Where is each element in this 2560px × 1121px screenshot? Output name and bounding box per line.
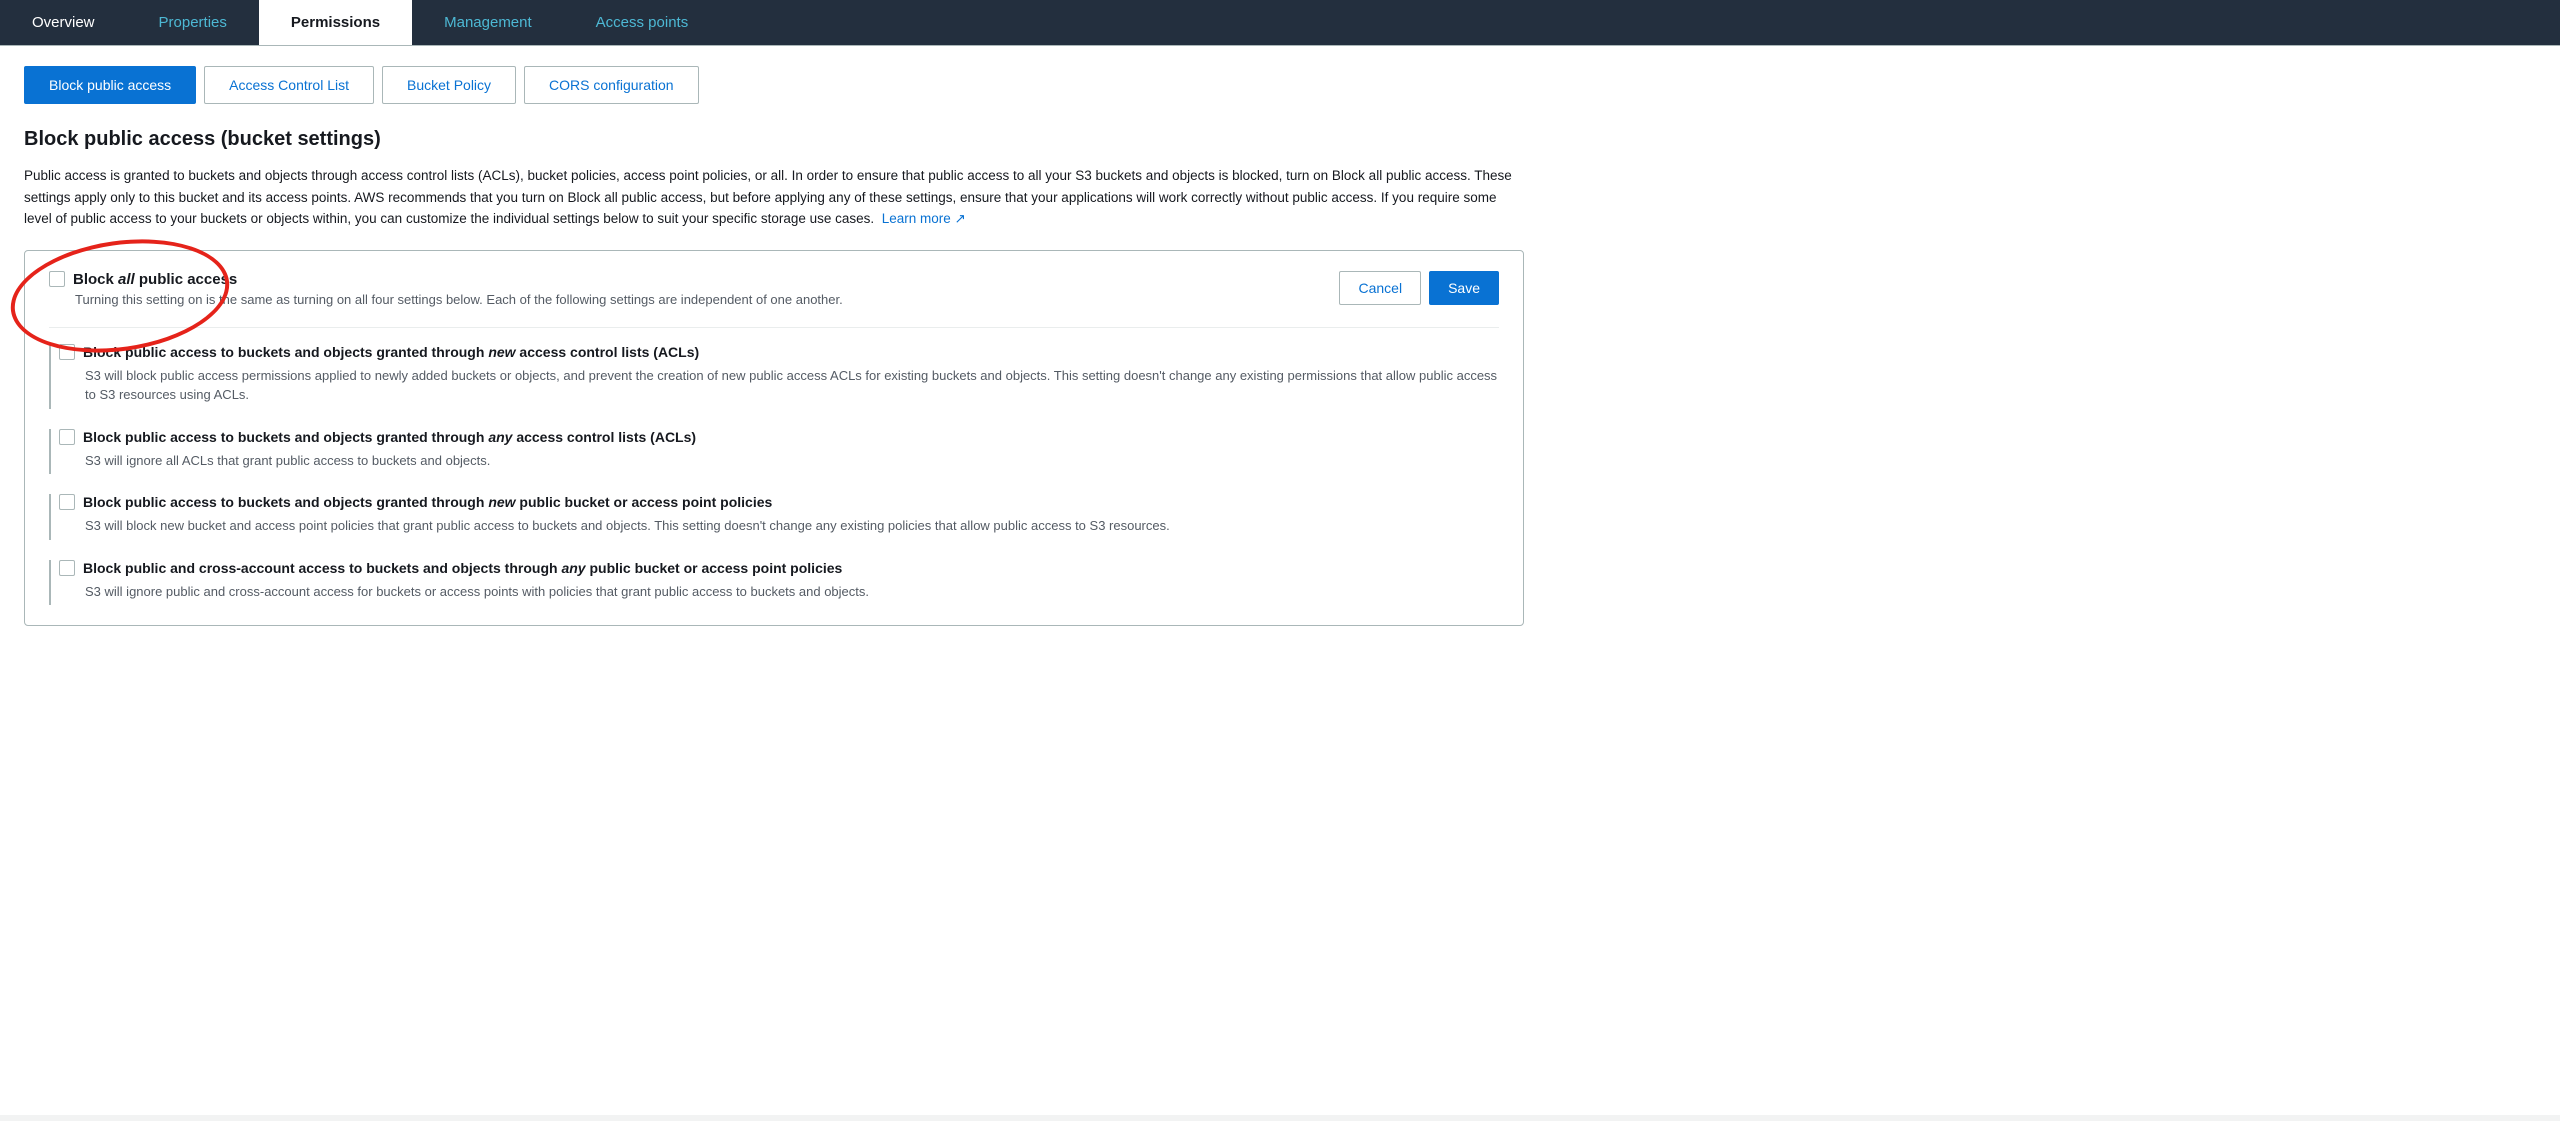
setting-2-description: S3 will ignore all ACLs that grant publi… (85, 451, 1499, 471)
settings-card: Block all public access Turning this set… (24, 250, 1524, 627)
setting-1-description: S3 will block public access permissions … (85, 366, 1499, 405)
save-button[interactable]: Save (1429, 271, 1499, 305)
setting-4-description: S3 will ignore public and cross-account … (85, 582, 1499, 602)
sub-tab-bar: Block public access Access Control List … (24, 66, 2536, 104)
setting-3-description: S3 will block new bucket and access poin… (85, 516, 1499, 536)
setting-3-checkbox[interactable] (59, 494, 75, 510)
subtab-block-public-access[interactable]: Block public access (24, 66, 196, 104)
block-all-description: Turning this setting on is the same as t… (75, 292, 843, 307)
learn-more-link[interactable]: Learn more ↗ (882, 211, 966, 226)
block-all-row: Block all public access Turning this set… (49, 271, 1499, 307)
block-all-checkbox[interactable] (49, 271, 65, 287)
tab-access-points[interactable]: Access points (564, 0, 721, 45)
setting-1-label: Block public access to buckets and objec… (83, 344, 699, 360)
block-all-left: Block all public access Turning this set… (49, 271, 843, 307)
setting-4-label: Block public and cross-account access to… (83, 560, 842, 576)
subtab-bucket-policy[interactable]: Bucket Policy (382, 66, 516, 104)
block-all-label: Block all public access (73, 271, 237, 288)
setting-2-label: Block public access to buckets and objec… (83, 429, 696, 445)
setting-2-title: Block public access to buckets and objec… (59, 429, 1499, 445)
page-title: Block public access (bucket settings) (24, 128, 2536, 151)
tab-properties[interactable]: Properties (127, 0, 259, 45)
setting-item-4: Block public and cross-account access to… (49, 560, 1499, 606)
main-content: Block public access Access Control List … (0, 46, 2560, 1115)
setting-2-checkbox[interactable] (59, 429, 75, 445)
setting-4-checkbox[interactable] (59, 560, 75, 576)
page-description: Public access is granted to buckets and … (24, 165, 1524, 230)
block-all-title: Block all public access (49, 271, 843, 288)
setting-1-title: Block public access to buckets and objec… (59, 344, 1499, 360)
setting-item-3: Block public access to buckets and objec… (49, 494, 1499, 540)
tab-permissions[interactable]: Permissions (259, 0, 412, 45)
action-buttons: Cancel Save (1339, 271, 1499, 305)
divider (49, 327, 1499, 328)
subtab-acl[interactable]: Access Control List (204, 66, 374, 104)
setting-item-1: Block public access to buckets and objec… (49, 344, 1499, 409)
subtab-cors[interactable]: CORS configuration (524, 66, 699, 104)
setting-1-checkbox[interactable] (59, 344, 75, 360)
setting-3-title: Block public access to buckets and objec… (59, 494, 1499, 510)
top-navigation: Overview Properties Permissions Manageme… (0, 0, 2560, 46)
cancel-button[interactable]: Cancel (1339, 271, 1421, 305)
tab-management[interactable]: Management (412, 0, 564, 45)
setting-4-title: Block public and cross-account access to… (59, 560, 1499, 576)
setting-item-2: Block public access to buckets and objec… (49, 429, 1499, 475)
tab-overview[interactable]: Overview (0, 0, 127, 45)
setting-3-label: Block public access to buckets and objec… (83, 494, 772, 510)
